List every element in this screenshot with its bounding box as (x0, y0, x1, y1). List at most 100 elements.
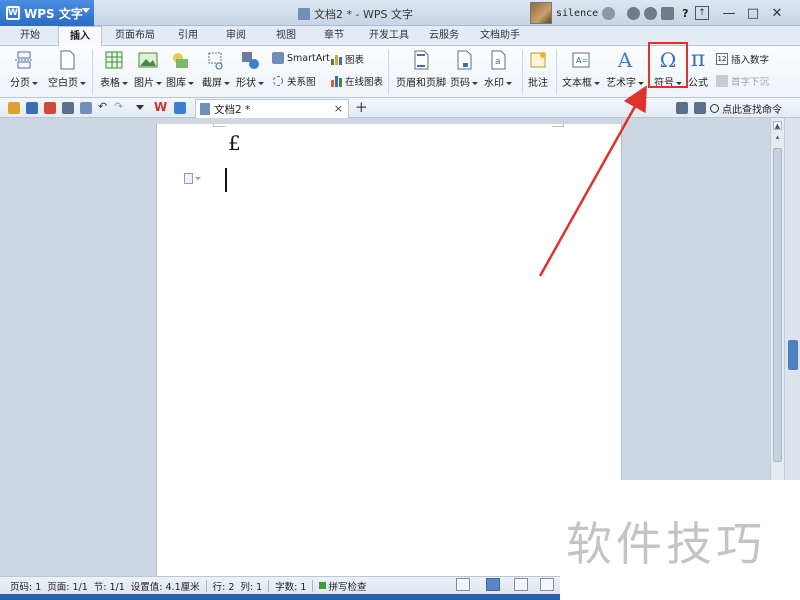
window-title-text: 文档2 * - WPS 文字 (314, 8, 413, 21)
username[interactable]: silence (556, 8, 598, 19)
vertical-scrollbar[interactable]: ▲ ▴ (770, 118, 784, 480)
status-position: 设置值: 4.1厘米 (130, 581, 200, 593)
status-row: 行: 2 (212, 581, 235, 593)
tab-references[interactable]: 引用 (168, 26, 208, 46)
title-bar: W WPS 文字 文档2 * - WPS 文字 silence ? ↑ — □ … (0, 0, 800, 26)
settings-icon[interactable] (644, 6, 658, 20)
text-cursor (225, 168, 227, 192)
tab-page-layout[interactable]: 页面布局 (110, 26, 160, 46)
feedback-icon[interactable] (661, 6, 675, 20)
blank-page-icon (57, 50, 77, 70)
relation-label: 关系图 (287, 77, 316, 88)
header-footer-button[interactable]: 页眉和页脚 (396, 50, 446, 89)
wps-app-menu-button[interactable]: W WPS 文字 (0, 0, 94, 26)
status-pages: 页面: 1/1 (47, 581, 88, 593)
wps-logo-icon: W (6, 6, 20, 20)
page-break-button[interactable]: 分页 (10, 50, 38, 89)
help-icon[interactable]: ? (682, 7, 688, 20)
emoji-icon[interactable] (602, 6, 616, 20)
online-chart-button[interactable]: 在线图表 (330, 74, 383, 88)
wps-logo-icon[interactable]: W (154, 100, 167, 114)
tab-developer[interactable]: 开发工具 (362, 26, 416, 46)
tab-review[interactable]: 审阅 (216, 26, 256, 46)
outline-view-button[interactable] (514, 578, 528, 591)
tab-chapter[interactable]: 章节 (314, 26, 354, 46)
relation-chart-button[interactable]: 关系图 (272, 74, 316, 88)
restore-ribbon-button[interactable]: ↑ (695, 6, 709, 20)
shape-button[interactable]: 形状 (236, 50, 264, 89)
side-panel-tab[interactable] (788, 340, 798, 370)
undo-icon[interactable]: ↶ (98, 100, 110, 113)
page-view-button[interactable] (486, 578, 500, 591)
share-icon[interactable] (676, 102, 688, 114)
tab-insert[interactable]: 插入 (58, 26, 102, 46)
sync-icon[interactable] (694, 102, 706, 114)
page-number-button[interactable]: 页码 (450, 50, 478, 89)
close-button[interactable]: ✕ (768, 4, 786, 22)
spell-check-toggle[interactable]: 拼写检查 (319, 579, 366, 593)
new-tab-button[interactable]: + (355, 98, 368, 116)
picture-button[interactable]: 图片 (134, 50, 162, 89)
status-page[interactable]: 页码: 1 (10, 579, 41, 593)
window-title: 文档2 * - WPS 文字 (298, 6, 413, 22)
textbox-button[interactable]: A= 文本框 (562, 50, 600, 89)
watermark-icon: a (488, 50, 508, 70)
comment-button[interactable]: 批注 (528, 50, 548, 89)
textbox-label: 文本框 (562, 78, 592, 89)
customize-dropdown-icon[interactable] (136, 105, 144, 110)
textbox-icon: A= (571, 50, 591, 70)
document-icon (298, 8, 310, 20)
online-chart-label: 在线图表 (345, 77, 384, 88)
ribbon-separator (92, 50, 93, 94)
export-pdf-icon[interactable] (44, 102, 56, 114)
user-area: silence ? (530, 2, 689, 24)
tab-home[interactable]: 开始 (10, 26, 50, 46)
table-button[interactable]: 表格 (100, 50, 128, 89)
find-command-label: 点此查找命令 (722, 105, 782, 116)
chart-button[interactable]: 图表 (330, 52, 364, 66)
chart-icon (330, 53, 342, 65)
insert-number-button[interactable]: 12 插入数字 (716, 52, 769, 66)
blank-page-button[interactable]: 空白页 (48, 50, 86, 89)
insert-number-label: 插入数字 (731, 55, 770, 66)
scroll-up-icon[interactable]: ▴ (773, 133, 782, 142)
tab-cloud[interactable]: 云服务 (422, 26, 466, 46)
header-footer-label: 页眉和页脚 (396, 78, 446, 89)
tab-doc-assistant[interactable]: 文档助手 (474, 26, 526, 46)
drop-cap-button[interactable]: 首字下沉 (716, 74, 769, 88)
shapes-icon (240, 50, 260, 70)
screenshot-button[interactable]: 截屏 (202, 50, 230, 89)
tab-view[interactable]: 视图 (266, 26, 306, 46)
ribbon-separator (522, 50, 523, 94)
scrollbar-thumb[interactable] (773, 148, 782, 462)
svg-text:A=: A= (576, 56, 588, 65)
find-command-search[interactable]: 点此查找命令 (710, 101, 782, 116)
gallery-button[interactable]: 图库 (166, 50, 194, 89)
page-number-icon (454, 50, 474, 70)
blank-page-label: 空白页 (48, 78, 78, 89)
gallery-icon (170, 50, 190, 70)
maximize-button[interactable]: □ (744, 4, 762, 22)
redo-icon[interactable]: ↷ (114, 100, 126, 113)
print-icon[interactable] (62, 102, 74, 114)
wordart-button[interactable]: A 艺术字 (606, 50, 644, 89)
document-tab[interactable]: 文档2 * × (195, 99, 349, 118)
formula-button[interactable]: π 公式 (688, 49, 708, 90)
open-folder-icon[interactable] (8, 102, 20, 114)
skin-icon[interactable] (627, 6, 641, 20)
cube-icon[interactable] (174, 102, 186, 114)
smartart-button[interactable]: SmartArt (272, 52, 330, 64)
avatar[interactable] (530, 2, 552, 24)
fullscreen-view-button[interactable] (456, 578, 470, 591)
page-corner-mark (213, 124, 225, 127)
print-preview-icon[interactable] (80, 102, 92, 114)
watermark-button[interactable]: a 水印 (484, 50, 512, 89)
close-tab-icon[interactable]: × (334, 102, 343, 115)
status-words[interactable]: 字数: 1 (275, 579, 306, 593)
page-break-label: 分页 (10, 78, 30, 89)
web-view-button[interactable] (540, 578, 554, 591)
paragraph-handle-icon[interactable] (184, 173, 201, 184)
scroll-up-icon[interactable]: ▲ (773, 121, 782, 130)
save-icon[interactable] (26, 102, 38, 114)
minimize-button[interactable]: — (720, 4, 738, 22)
